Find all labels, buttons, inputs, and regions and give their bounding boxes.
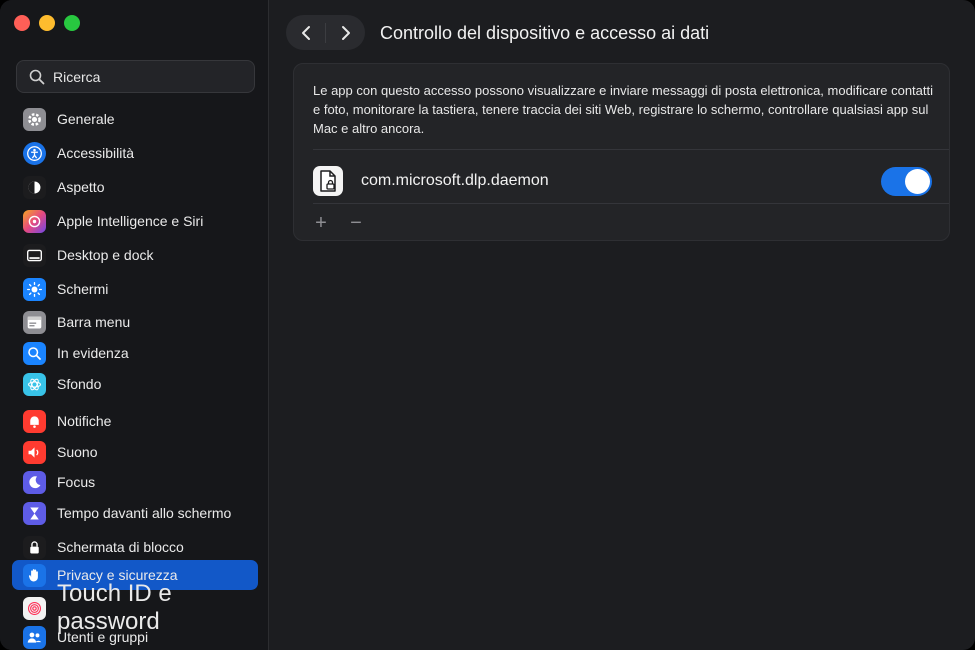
fingerprint-icon [23, 596, 46, 620]
sidebar-item-apple-intelligence[interactable]: Apple Intelligence e Siri [12, 206, 258, 236]
traffic-lights [14, 15, 80, 31]
sidebar-item-label: Apple Intelligence e Siri [57, 213, 204, 229]
sidebar-item-barra-menu[interactable]: Barra menu [12, 307, 258, 337]
nav-buttons [286, 15, 365, 50]
sidebar-item-label: Accessibilità [57, 145, 135, 161]
sidebar-item-label: Suono [57, 444, 98, 460]
search-icon [29, 69, 45, 84]
appearance-icon [23, 175, 46, 199]
forward-button[interactable] [326, 15, 365, 50]
users-icon [23, 625, 46, 649]
sidebar-item-generale[interactable]: Generale [12, 104, 258, 134]
sidebar-item-notifiche[interactable]: Notifiche [12, 406, 258, 436]
minimize-window-button[interactable] [39, 15, 55, 31]
access-description: Le app con questo accesso possono visual… [313, 83, 934, 136]
close-window-button[interactable] [14, 15, 30, 31]
sidebar-item-label: Schermi [57, 281, 109, 297]
moon-icon [23, 470, 46, 494]
accessibility-icon [23, 141, 46, 165]
toggle-knob [905, 168, 930, 194]
search-placeholder: Ricerca [53, 68, 101, 85]
remove-app-button[interactable]: − [345, 212, 367, 234]
sidebar-item-label: Tempo davanti allo schermo [57, 505, 232, 521]
sidebar-item-touch-id[interactable]: Touch ID e password [12, 580, 258, 635]
sidebar-item-label: Sfondo [57, 376, 102, 392]
hand-icon [23, 563, 46, 587]
page-title: Controllo del dispositivo e accesso ai d… [380, 23, 710, 43]
divider [313, 149, 949, 150]
wallpaper-icon [23, 372, 46, 396]
divider [313, 203, 949, 204]
app-name: com.microsoft.dlp.daemon [361, 172, 549, 189]
lock-icon [23, 535, 46, 559]
app-row: com.microsoft.dlp.daemon [313, 160, 932, 202]
spotlight-icon [23, 341, 46, 365]
sidebar-item-label: Notifiche [57, 413, 112, 429]
sun-icon [23, 277, 46, 301]
chevron-right-icon [341, 25, 350, 40]
sidebar-item-label: Generale [57, 111, 115, 127]
back-button[interactable] [286, 15, 325, 50]
siri-icon [23, 209, 46, 233]
sidebar-item-label: In evidenza [57, 345, 129, 361]
menubar-icon [23, 310, 46, 334]
dock-icon [23, 243, 46, 267]
bell-icon [23, 409, 46, 433]
speaker-icon [23, 440, 46, 464]
sidebar-item-schermi[interactable]: Schermi [12, 274, 258, 304]
sidebar-item-sfondo[interactable]: Sfondo [12, 369, 258, 399]
zoom-window-button[interactable] [64, 15, 80, 31]
sidebar-item-label: Focus [57, 474, 96, 490]
search-field[interactable]: Ricerca [16, 60, 255, 93]
app-access-toggle[interactable] [881, 166, 932, 196]
sidebar-item-tempo-schermo[interactable]: Tempo davanti allo schermo [12, 498, 258, 528]
chevron-left-icon [301, 25, 310, 40]
add-app-button[interactable]: + [310, 212, 332, 234]
sidebar-item-in-evidenza[interactable]: In evidenza [12, 338, 258, 368]
settings-window: Ricerca Generale Accessibilità Aspetto A… [0, 0, 975, 650]
sidebar-item-label: Utenti e gruppi [57, 629, 149, 645]
gear-icon [23, 107, 46, 131]
sidebar-item-label: Desktop e dock [57, 247, 154, 263]
hourglass-icon [23, 501, 46, 525]
sidebar-item-schermata-blocco[interactable]: Schermata di blocco [12, 532, 258, 562]
add-remove-controls: + − [310, 212, 367, 234]
sidebar-item-label: Barra menu [57, 314, 131, 330]
toolbar: Controllo del dispositivo e accesso ai d… [269, 0, 975, 64]
sidebar-item-accessibilita[interactable]: Accessibilità [12, 138, 258, 168]
sidebar-item-label: Schermata di blocco [57, 539, 184, 555]
sidebar-item-desktop-dock[interactable]: Desktop e dock [12, 240, 258, 270]
access-panel: Le app con questo accesso possono visual… [293, 63, 950, 241]
sidebar-item-aspetto[interactable]: Aspetto [12, 172, 258, 202]
app-document-lock-icon [313, 166, 343, 196]
sidebar: Ricerca Generale Accessibilità Aspetto A… [0, 0, 269, 650]
sidebar-item-utenti-gruppi[interactable]: Utenti e gruppi [12, 622, 258, 650]
sidebar-item-label: Aspetto [57, 179, 105, 195]
sidebar-item-focus[interactable]: Focus [12, 467, 258, 497]
sidebar-item-suono[interactable]: Suono [12, 437, 258, 467]
